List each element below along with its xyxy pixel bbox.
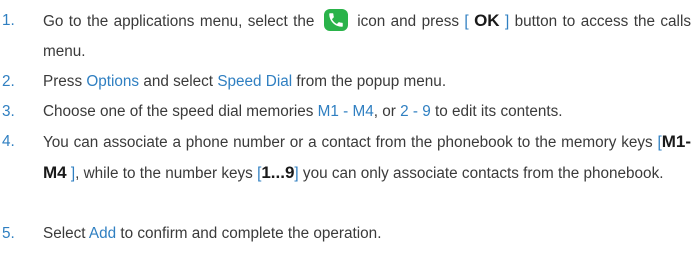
ok-key-label: OK [474,11,500,30]
bracket: ] [294,165,299,182]
step-text-part: icon and press [357,13,459,30]
step-text-part: you can only associate contacts from the… [302,165,664,182]
bracket: ] [504,13,510,30]
step-text-part: You can associate a phone number or a co… [43,134,653,151]
step-text-part: to confirm and complete the operation. [120,225,382,242]
step-text: Choose one of the speed dial memories M1… [43,97,691,127]
memory-key-label: M4 [43,163,67,182]
bracket: [ [464,13,469,30]
step-text-part: , while to the number keys [75,165,253,182]
step-number: 4. [2,133,15,150]
step-number: 2. [2,73,15,90]
step-text: You can associate a phone number or a co… [43,127,691,189]
step-text-part: Press [43,73,83,90]
step-text-part: Go to the applications menu, select the [43,13,315,30]
number-range-link: 2 - 9 [400,103,431,120]
step-text: Go to the applications menu, select the … [43,6,691,67]
step-text-part: from the popup menu. [296,73,447,90]
step-number: 3. [2,103,15,120]
step-number: 5. [2,225,15,242]
step-text-part: to edit its contents. [434,103,563,120]
key-range-dash: - [685,132,691,151]
step-text: Select Add to confirm and complete the o… [43,219,691,249]
number-key-label: 1...9 [261,163,295,182]
add-link: Add [88,225,117,242]
instructions-page: 1. Go to the applications menu, select t… [0,0,697,255]
step-text-part: Choose one of the speed dial memories [43,103,314,120]
options-link: Options [86,73,140,90]
memory-key-label: M1 [661,132,686,151]
step-text-part: and select [143,73,214,90]
step-number: 1. [2,12,15,29]
step-text-part: , or [373,103,396,120]
speed-dial-link: Speed Dial [217,73,293,90]
memory-range-link: M1 - M4 [317,103,374,120]
phone-call-icon [323,9,348,31]
step-text-part: Select [43,225,86,242]
step-text: Press Options and select Speed Dial from… [43,67,691,97]
